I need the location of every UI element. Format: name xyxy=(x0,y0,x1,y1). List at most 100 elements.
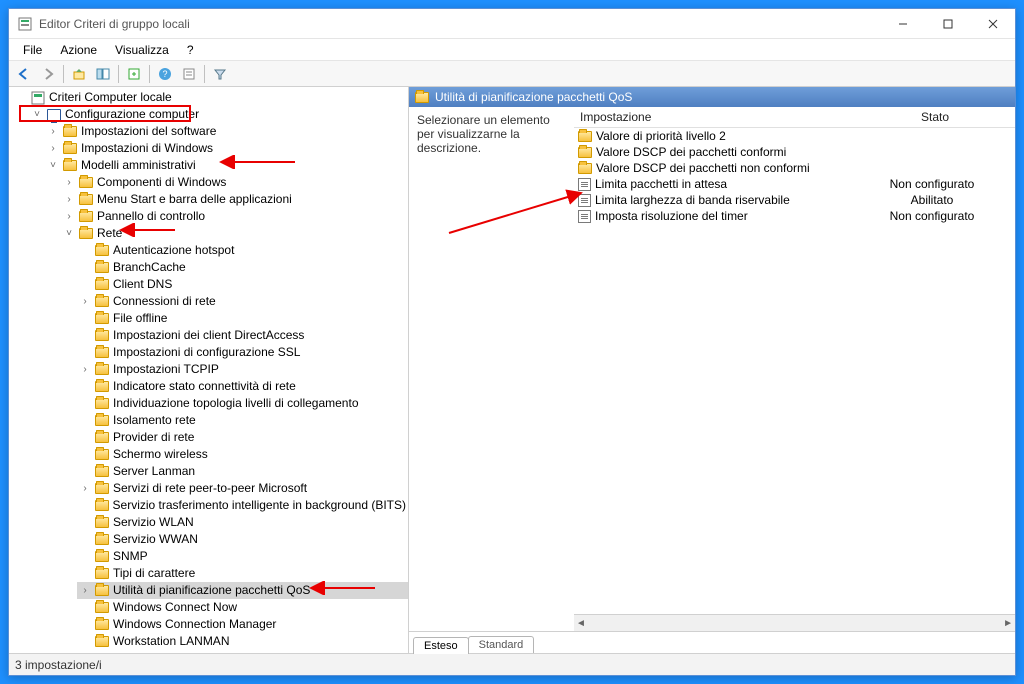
tree-windows-settings[interactable]: ›Impostazioni di Windows xyxy=(45,140,408,157)
tree-net-directaccess[interactable]: ›Impostazioni dei client DirectAccess xyxy=(77,327,408,344)
titlebar: Editor Criteri di gruppo locali xyxy=(9,9,1015,39)
tree-start-taskbar[interactable]: ›Menu Start e barra delle applicazioni xyxy=(61,191,408,208)
policy-root-icon xyxy=(31,91,45,105)
forward-button[interactable] xyxy=(37,63,59,85)
menu-view[interactable]: Visualizza xyxy=(107,41,177,59)
item-name: Limita larghezza di banda riservabile xyxy=(595,193,790,207)
tree-net-provider[interactable]: ›Provider di rete xyxy=(77,429,408,446)
tree-network[interactable]: ˅Rete xyxy=(61,225,408,242)
detail-header: Utilità di pianificazione pacchetti QoS xyxy=(409,87,1015,107)
tree-computer-config[interactable]: ˅ Configurazione computer xyxy=(29,106,408,123)
col-setting[interactable]: Impostazione xyxy=(574,107,855,127)
tree-net-ssl[interactable]: ›Impostazioni di configurazione SSL xyxy=(77,344,408,361)
folder-icon xyxy=(79,211,93,222)
menu-file[interactable]: File xyxy=(15,41,50,59)
label: Individuazione topologia livelli di coll… xyxy=(113,395,359,412)
scroll-right-icon[interactable]: ► xyxy=(1003,618,1013,629)
folder-icon xyxy=(95,449,109,460)
tree-windows-components[interactable]: ›Componenti di Windows xyxy=(61,174,408,191)
tree-net-lanman[interactable]: ›Server Lanman xyxy=(77,463,408,480)
list-item[interactable]: Limita larghezza di banda riservabile Abi… xyxy=(574,192,1015,208)
statusbar: 3 impostazione/i xyxy=(9,653,1015,675)
horizontal-scrollbar[interactable]: ◄ ► xyxy=(574,614,1015,631)
label: Menu Start e barra delle applicazioni xyxy=(97,191,292,208)
folder-icon xyxy=(95,398,109,409)
menu-help[interactable]: ? xyxy=(179,41,202,59)
label: Modelli amministrativi xyxy=(81,157,196,174)
tree-net-qos[interactable]: ›Utilità di pianificazione pacchetti QoS xyxy=(77,582,408,599)
policy-tree[interactable]: ▾ Criteri Computer locale ˅ Configurazio xyxy=(11,89,408,650)
detail-body: Selezionare un elemento per visualizzarn… xyxy=(409,107,1015,631)
tree-pane[interactable]: ▾ Criteri Computer locale ˅ Configurazio xyxy=(9,87,409,653)
tree-net-dnsclient[interactable]: ›Client DNS xyxy=(77,276,408,293)
tree-net-lanmanws[interactable]: ›Workstation LANMAN xyxy=(77,633,408,650)
folder-icon xyxy=(79,177,93,188)
tree-admin-templates[interactable]: ˅Modelli amministrativi xyxy=(45,157,408,174)
tree-net-wcn[interactable]: ›Windows Connect Now xyxy=(77,599,408,616)
properties-button[interactable] xyxy=(178,63,200,85)
item-name: Valore DSCP dei pacchetti non conformi xyxy=(596,161,810,175)
list-item[interactable]: Limita pacchetti in attesaNon configurat… xyxy=(574,176,1015,192)
maximize-button[interactable] xyxy=(925,9,970,38)
tree-net-wwan[interactable]: ›Servizio WWAN xyxy=(77,531,408,548)
list-item[interactable]: Imposta risoluzione del timerNon configu… xyxy=(574,208,1015,224)
label: Tipi di carattere xyxy=(113,565,195,582)
item-name: Limita pacchetti in attesa xyxy=(595,177,727,191)
svg-text:?: ? xyxy=(162,69,167,79)
back-button[interactable] xyxy=(13,63,35,85)
label: Isolamento rete xyxy=(113,412,196,429)
tree-net-bits[interactable]: ›Servizio trasferimento intelligente in … xyxy=(77,497,408,514)
help-button[interactable]: ? xyxy=(154,63,176,85)
label: Impostazioni TCPIP xyxy=(113,361,219,378)
tree-root[interactable]: ▾ Criteri Computer locale xyxy=(13,89,408,106)
folder-icon xyxy=(95,262,109,273)
up-button[interactable] xyxy=(68,63,90,85)
setting-icon xyxy=(578,178,591,191)
settings-list: Impostazione Stato Valore di priorità li… xyxy=(574,107,1015,631)
tree-net-isolation[interactable]: ›Isolamento rete xyxy=(77,412,408,429)
export-button[interactable] xyxy=(123,63,145,85)
close-button[interactable] xyxy=(970,9,1015,38)
tree-net-connind[interactable]: ›Indicatore stato connettività di rete xyxy=(77,378,408,395)
menu-action[interactable]: Azione xyxy=(52,41,105,59)
tree-net-topology[interactable]: ›Individuazione topologia livelli di col… xyxy=(77,395,408,412)
setting-icon xyxy=(578,194,591,207)
list-item[interactable]: Valore DSCP dei pacchetti non conformi xyxy=(574,160,1015,176)
folder-icon xyxy=(95,568,109,579)
window-controls xyxy=(880,9,1015,38)
tree-software-settings[interactable]: ›Impostazioni del software xyxy=(45,123,408,140)
label: Pannello di controllo xyxy=(97,208,205,225)
tree-net-wireless[interactable]: ›Schermo wireless xyxy=(77,446,408,463)
label: Servizi di rete peer-to-peer Microsoft xyxy=(113,480,307,497)
tree-net-tcpip[interactable]: ›Impostazioni TCPIP xyxy=(77,361,408,378)
tab-standard[interactable]: Standard xyxy=(468,636,535,653)
label: Impostazioni del software xyxy=(81,123,216,140)
folder-icon xyxy=(95,466,109,477)
folder-icon xyxy=(95,381,109,392)
tree-net-hotspot[interactable]: ›Autenticazione hotspot xyxy=(77,242,408,259)
list-item[interactable]: Valore di priorità livello 2 xyxy=(574,128,1015,144)
tree-net-branchcache[interactable]: ›BranchCache xyxy=(77,259,408,276)
filter-button[interactable] xyxy=(209,63,231,85)
tree-net-snmp[interactable]: ›SNMP xyxy=(77,548,408,565)
tree-control-panel[interactable]: ›Pannello di controllo xyxy=(61,208,408,225)
scroll-left-icon[interactable]: ◄ xyxy=(576,618,586,629)
col-state[interactable]: Stato xyxy=(855,107,1015,127)
tree-net-fonts[interactable]: ›Tipi di carattere xyxy=(77,565,408,582)
list-item[interactable]: Valore DSCP dei pacchetti conformi xyxy=(574,144,1015,160)
show-hide-tree-button[interactable] xyxy=(92,63,114,85)
tab-extended[interactable]: Esteso xyxy=(413,637,469,654)
item-name: Valore di priorità livello 2 xyxy=(596,129,726,143)
tree-net-wcm[interactable]: ›Windows Connection Manager xyxy=(77,616,408,633)
list-rows[interactable]: Valore di priorità livello 2Valore DSCP … xyxy=(574,128,1015,614)
folder-icon xyxy=(79,194,93,205)
item-state: Abilitato xyxy=(855,193,1015,207)
tree-net-p2p[interactable]: ›Servizi di rete peer-to-peer Microsoft xyxy=(77,480,408,497)
label: Utilità di pianificazione pacchetti QoS xyxy=(113,582,310,599)
tree-net-netconn[interactable]: ›Connessioni di rete xyxy=(77,293,408,310)
description-text: Selezionare un elemento per visualizzarn… xyxy=(417,113,550,155)
folder-icon xyxy=(578,163,592,174)
tree-net-offline[interactable]: ›File offline xyxy=(77,310,408,327)
minimize-button[interactable] xyxy=(880,9,925,38)
tree-net-wlan[interactable]: ›Servizio WLAN xyxy=(77,514,408,531)
